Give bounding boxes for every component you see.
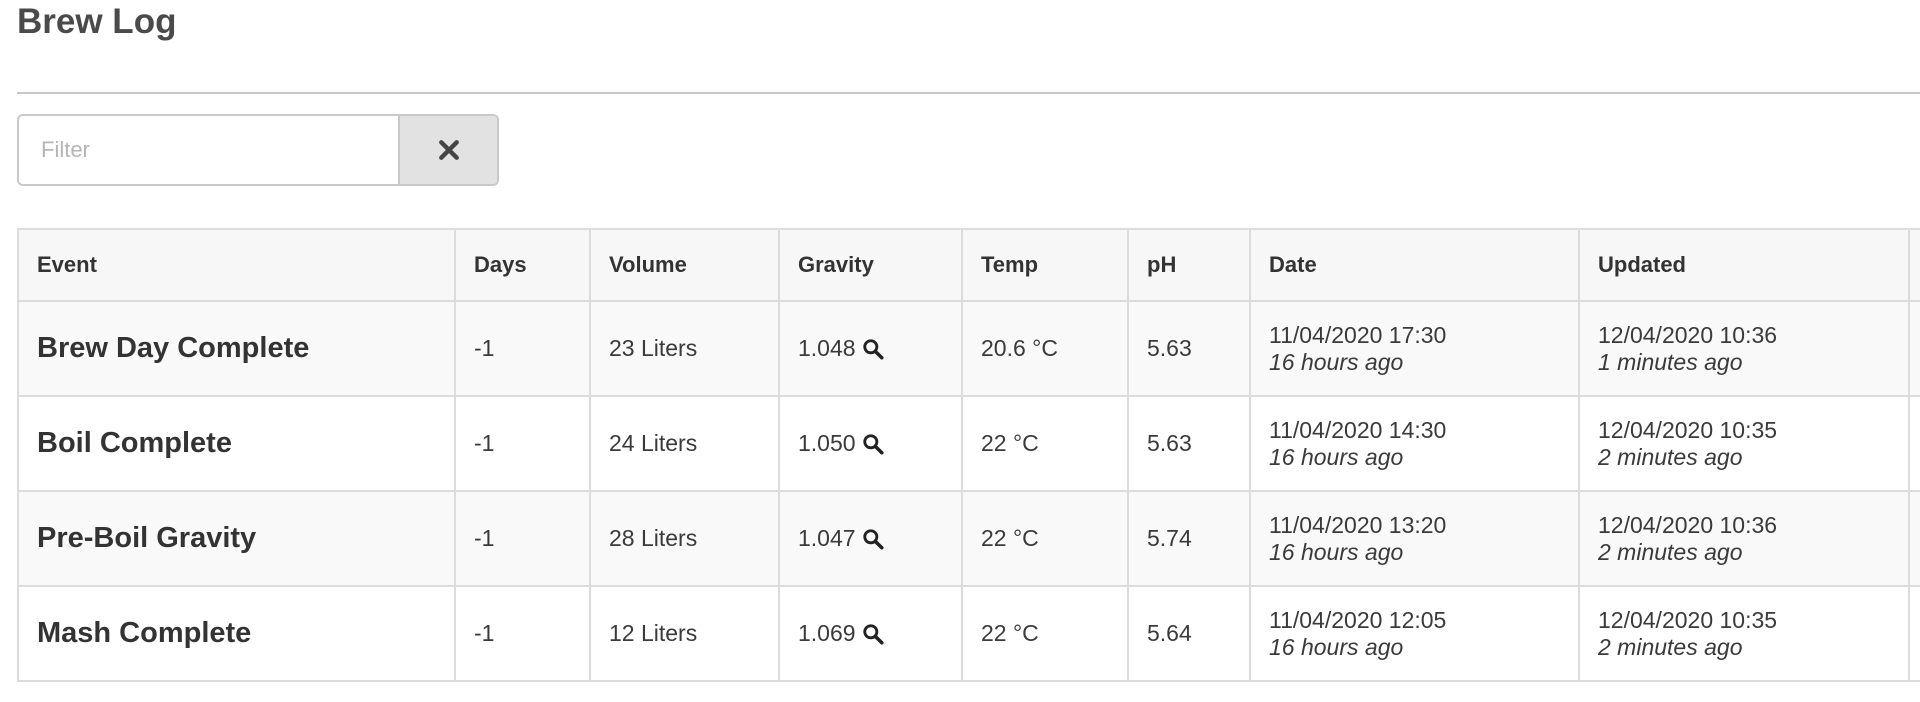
- extra-cell: [1908, 585, 1920, 682]
- gravity-value: 1.050: [798, 430, 856, 456]
- date-relative: 16 hours ago: [1269, 443, 1404, 470]
- table-row[interactable]: Boil Complete -1 24 Liters 1.050 22 °C 5…: [17, 395, 1920, 492]
- gravity-value: 1.048: [798, 335, 856, 361]
- filter-group: [17, 114, 499, 186]
- date-value: 11/04/2020 14:30: [1269, 416, 1447, 443]
- date-relative: 16 hours ago: [1269, 348, 1404, 375]
- extra-cell: [1908, 490, 1920, 587]
- days-cell: -1: [454, 395, 591, 492]
- updated-cell: 12/04/2020 10:35 2 minutes ago: [1578, 395, 1910, 492]
- column-header-event[interactable]: Event: [17, 228, 456, 302]
- page-title: Brew Log: [17, 2, 177, 41]
- event-name[interactable]: Pre-Boil Gravity: [37, 522, 256, 554]
- updated-value: 12/04/2020 10:35: [1598, 416, 1778, 443]
- column-header-ph[interactable]: pH: [1127, 228, 1251, 302]
- table-header-row: Event Days Volume Gravity Temp pH Date U…: [17, 228, 1920, 302]
- date-cell: 11/04/2020 12:05 16 hours ago: [1249, 585, 1580, 682]
- ph-cell: 5.63: [1127, 300, 1251, 397]
- days-cell: -1: [454, 300, 591, 397]
- temp-cell: 20.6 °C: [961, 300, 1129, 397]
- ph-cell: 5.74: [1127, 490, 1251, 587]
- date-cell: 11/04/2020 14:30 16 hours ago: [1249, 395, 1580, 492]
- days-cell: -1: [454, 490, 591, 587]
- column-header-temp[interactable]: Temp: [961, 228, 1129, 302]
- column-header-days[interactable]: Days: [454, 228, 591, 302]
- extra-cell: [1908, 300, 1920, 397]
- temp-cell: 22 °C: [961, 395, 1129, 492]
- gravity-value: 1.047: [798, 525, 856, 551]
- clear-filter-button[interactable]: [400, 116, 497, 184]
- days-cell: -1: [454, 585, 591, 682]
- volume-cell: 12 Liters: [589, 585, 780, 682]
- search-icon[interactable]: [862, 623, 884, 645]
- updated-cell: 12/04/2020 10:36 1 minutes ago: [1578, 300, 1910, 397]
- times-icon: [438, 140, 459, 160]
- updated-value: 12/04/2020 10:36: [1598, 321, 1778, 348]
- column-header-volume[interactable]: Volume: [589, 228, 780, 302]
- brew-log-table-container: Event Days Volume Gravity Temp pH Date U…: [17, 228, 1920, 682]
- updated-value: 12/04/2020 10:35: [1598, 606, 1778, 633]
- updated-cell: 12/04/2020 10:36 2 minutes ago: [1578, 490, 1910, 587]
- filter-input[interactable]: [19, 116, 400, 184]
- search-icon[interactable]: [862, 433, 884, 455]
- date-value: 11/04/2020 17:30: [1269, 321, 1447, 348]
- event-name[interactable]: Boil Complete: [37, 427, 232, 459]
- column-header-extra: [1908, 228, 1920, 302]
- updated-cell: 12/04/2020 10:35 2 minutes ago: [1578, 585, 1910, 682]
- updated-relative: 1 minutes ago: [1598, 348, 1743, 375]
- date-relative: 16 hours ago: [1269, 538, 1404, 565]
- date-relative: 16 hours ago: [1269, 633, 1404, 660]
- column-header-date[interactable]: Date: [1249, 228, 1580, 302]
- date-cell: 11/04/2020 17:30 16 hours ago: [1249, 300, 1580, 397]
- volume-cell: 24 Liters: [589, 395, 780, 492]
- updated-relative: 2 minutes ago: [1598, 633, 1743, 660]
- updated-relative: 2 minutes ago: [1598, 538, 1743, 565]
- table-row[interactable]: Brew Day Complete -1 23 Liters 1.048 20.…: [17, 300, 1920, 397]
- date-value: 11/04/2020 13:20: [1269, 511, 1447, 538]
- volume-cell: 28 Liters: [589, 490, 780, 587]
- volume-cell: 23 Liters: [589, 300, 780, 397]
- temp-cell: 22 °C: [961, 490, 1129, 587]
- column-header-updated[interactable]: Updated: [1578, 228, 1910, 302]
- column-header-gravity[interactable]: Gravity: [778, 228, 963, 302]
- temp-cell: 22 °C: [961, 585, 1129, 682]
- updated-relative: 2 minutes ago: [1598, 443, 1743, 470]
- extra-cell: [1908, 395, 1920, 492]
- event-name[interactable]: Brew Day Complete: [37, 332, 309, 364]
- date-cell: 11/04/2020 13:20 16 hours ago: [1249, 490, 1580, 587]
- ph-cell: 5.64: [1127, 585, 1251, 682]
- brew-log-table: Event Days Volume Gravity Temp pH Date U…: [17, 228, 1920, 682]
- event-name[interactable]: Mash Complete: [37, 617, 251, 649]
- updated-value: 12/04/2020 10:36: [1598, 511, 1778, 538]
- title-divider: [17, 92, 1920, 94]
- search-icon[interactable]: [862, 528, 884, 550]
- date-value: 11/04/2020 12:05: [1269, 606, 1447, 633]
- table-row[interactable]: Pre-Boil Gravity -1 28 Liters 1.047 22 °…: [17, 490, 1920, 587]
- search-icon[interactable]: [862, 338, 884, 360]
- table-row[interactable]: Mash Complete -1 12 Liters 1.069 22 °C 5…: [17, 585, 1920, 682]
- ph-cell: 5.63: [1127, 395, 1251, 492]
- gravity-value: 1.069: [798, 620, 856, 646]
